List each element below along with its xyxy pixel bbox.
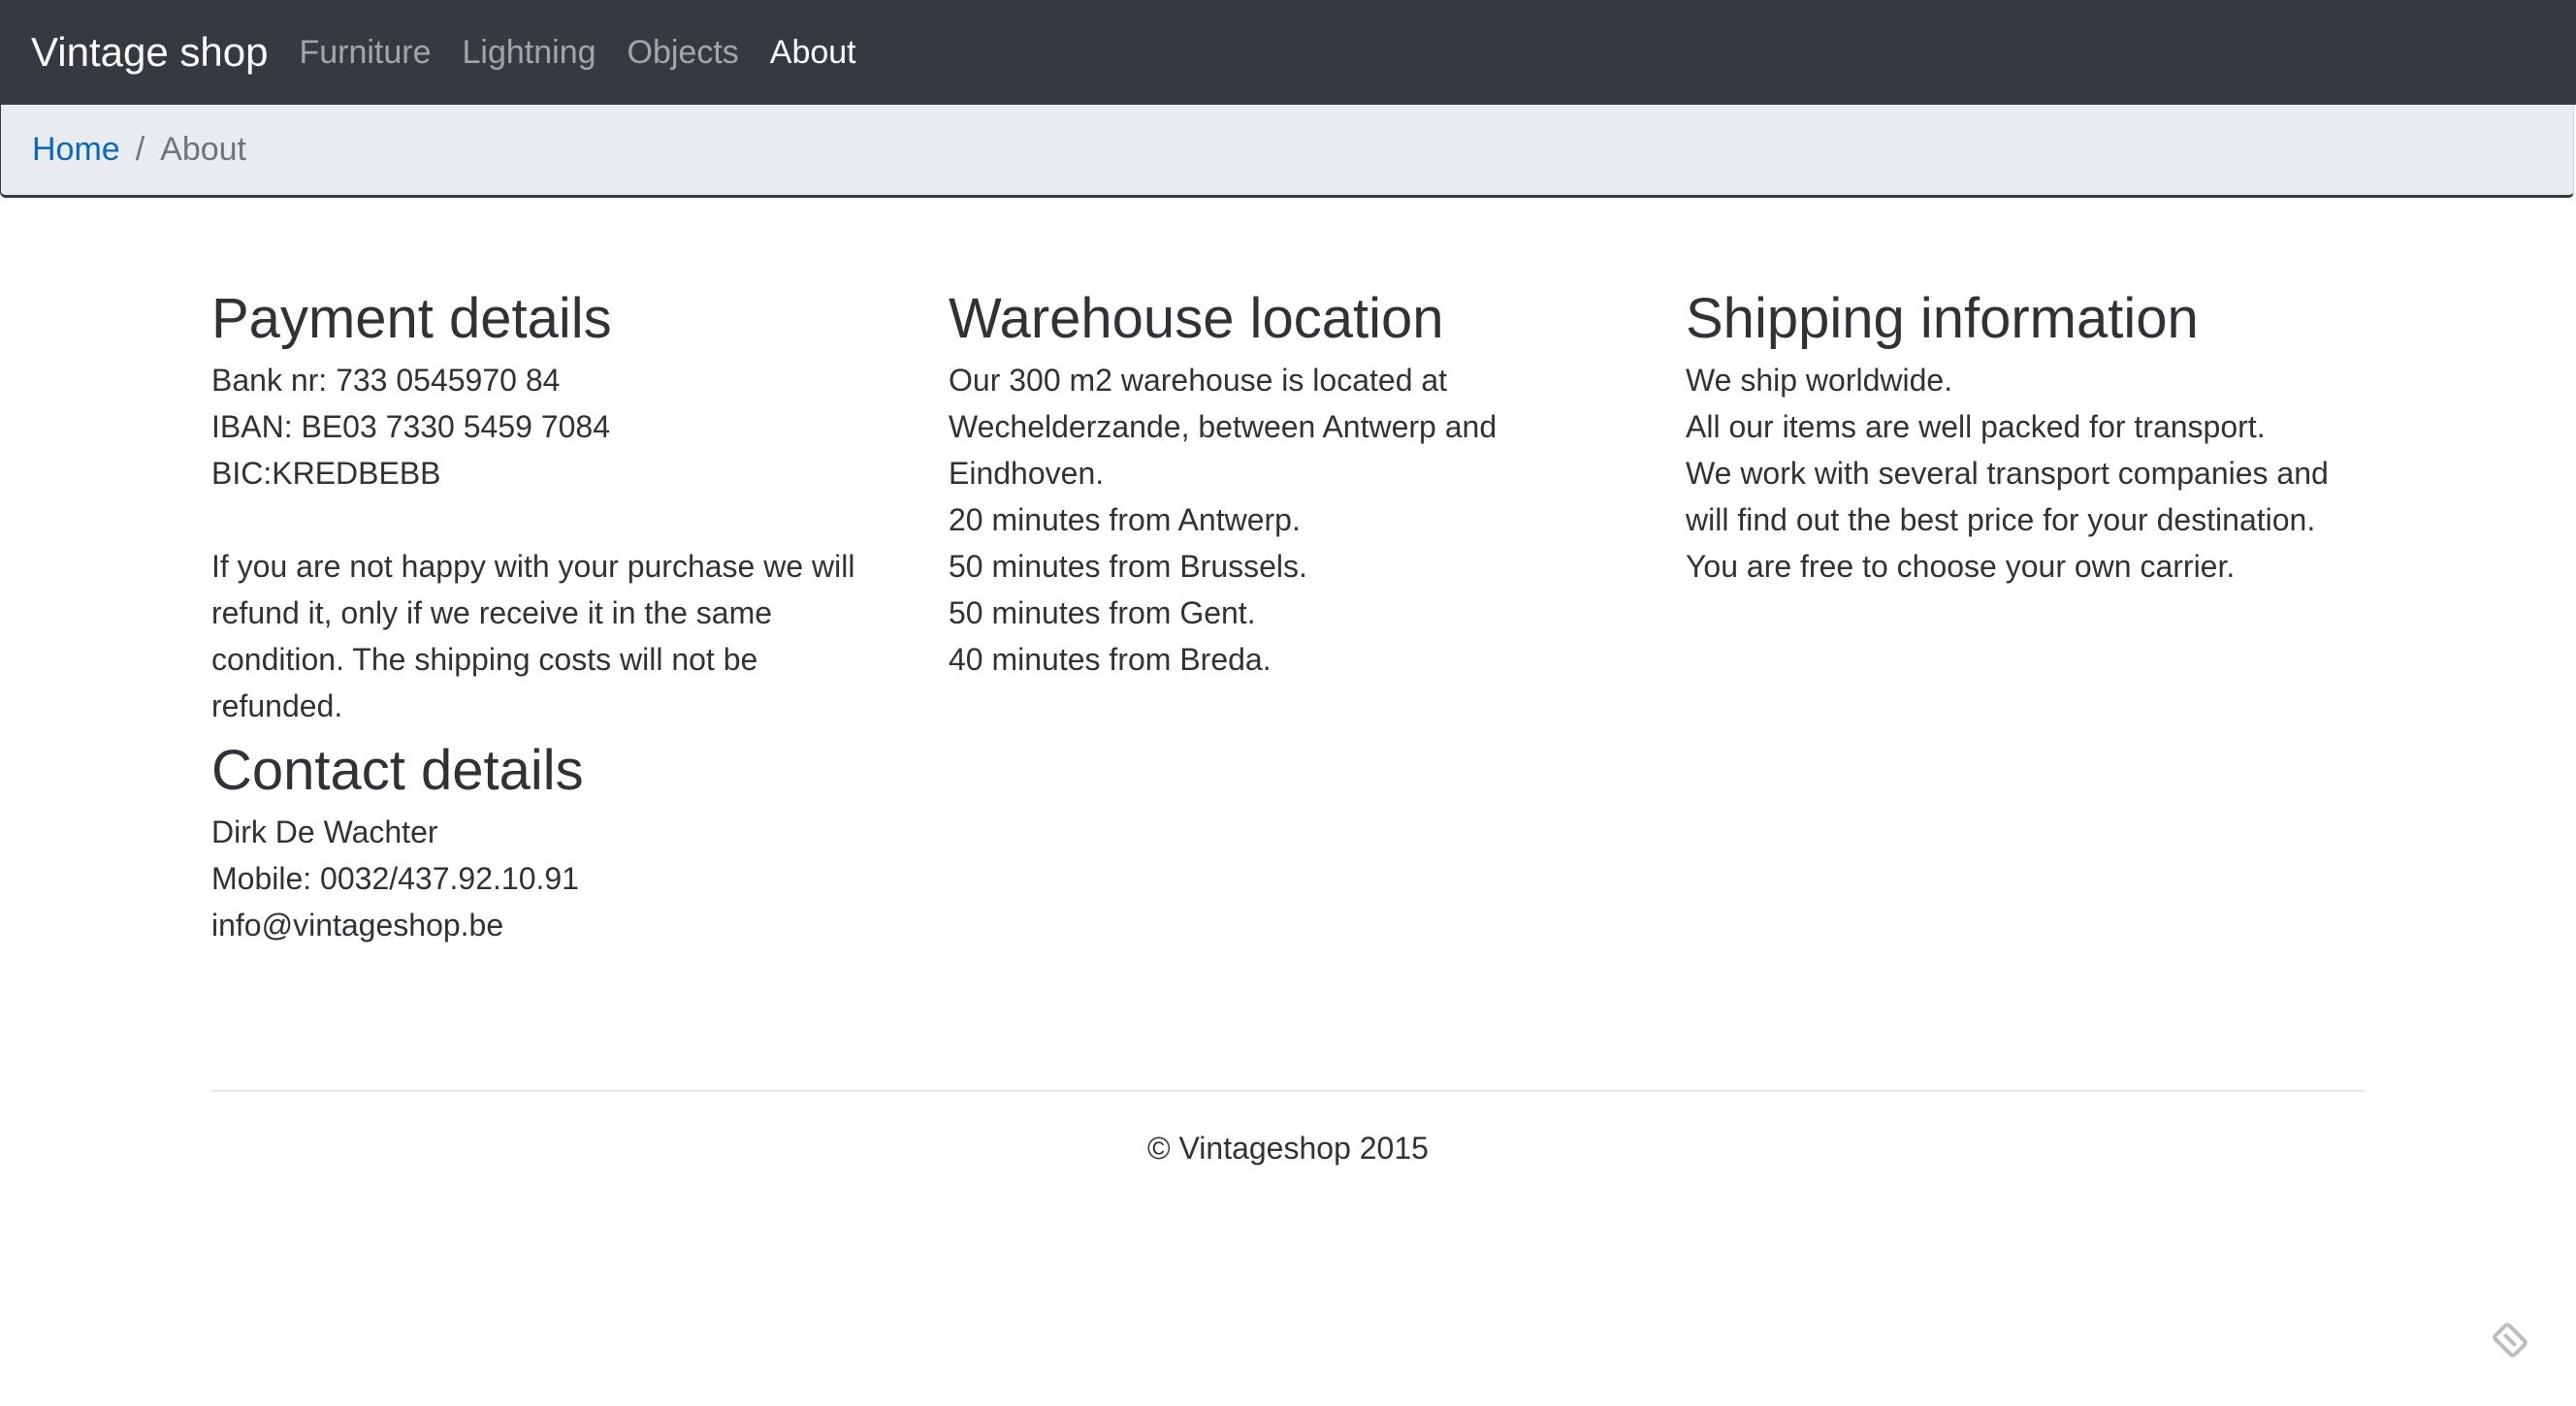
shipping-title: Shipping information xyxy=(1686,287,2199,350)
pen-edit-icon[interactable] xyxy=(2483,1313,2537,1367)
shipping-transport: We work with several transport companies… xyxy=(1686,456,2329,537)
distance-breda: 40 minutes from Breda. xyxy=(949,642,1272,677)
breadcrumb-separator: / xyxy=(135,131,145,168)
bank-number: Bank nr: 733 0545970 84 xyxy=(211,363,561,398)
nav-link-about[interactable]: About xyxy=(770,34,856,72)
distance-brussels: 50 minutes from Brussels. xyxy=(949,549,1307,584)
shipping-carrier-lines: You are free to choose your own carrier. xyxy=(1686,543,2365,590)
nav-link-objects[interactable]: Objects xyxy=(628,34,739,72)
iban: IBAN: BE03 7330 5459 7084 xyxy=(211,409,610,444)
contact-title: Contact details xyxy=(211,739,584,802)
distance-antwerp: 20 minutes from Antwerp. xyxy=(949,502,1301,537)
shipping-column: Shipping information We ship worldwide. … xyxy=(1686,281,2365,590)
contact-email: info@vintageshop.be xyxy=(211,908,504,943)
breadcrumb-home-link[interactable]: Home xyxy=(32,131,120,169)
shipping-worldwide: We ship worldwide. xyxy=(1686,363,1953,398)
bic: BIC:KREDBEBB xyxy=(211,456,441,491)
payment-bank-lines: Bank nr: 733 0545970 84 IBAN: BE03 7330 … xyxy=(211,357,890,496)
shipping-carrier: You are free to choose your own carrier. xyxy=(1686,549,2236,584)
warehouse-distances: 20 minutes from Antwerp. 50 minutes from… xyxy=(949,496,1627,683)
distance-gent: 50 minutes from Gent. xyxy=(949,595,1256,630)
warehouse-title: Warehouse location xyxy=(949,287,1444,350)
brand-logo[interactable]: Vintage shop xyxy=(31,29,268,76)
footer-divider xyxy=(211,1090,2365,1092)
top-navbar: Vintage shop Furniture Lightning Objects… xyxy=(0,0,2576,105)
payment-column: Payment details Bank nr: 733 0545970 84 … xyxy=(211,281,890,948)
refund-policy: If you are not happy with your purchase … xyxy=(211,549,855,723)
breadcrumb: Home / About xyxy=(0,105,2574,198)
nav-link-lightning[interactable]: Lightning xyxy=(463,34,596,72)
contact-lines: Dirk De Wachter Mobile: 0032/437.92.10.9… xyxy=(211,809,890,948)
shipping-lines: We ship worldwide. All our items are wel… xyxy=(1686,357,2365,450)
warehouse-column: Warehouse location Our 300 m2 warehouse … xyxy=(949,281,1627,683)
breadcrumb-current: About xyxy=(160,131,247,168)
footer: © Vintageshop 2015 xyxy=(0,1125,2576,1171)
payment-title: Payment details xyxy=(211,287,612,350)
contact-name: Dirk De Wachter xyxy=(211,815,438,849)
shipping-packing: All our items are well packed for transp… xyxy=(1686,409,2266,444)
contact-mobile: Mobile: 0032/437.92.10.91 xyxy=(211,861,579,896)
footer-copyright: © Vintageshop 2015 xyxy=(1147,1131,1429,1166)
nav-link-furniture[interactable]: Furniture xyxy=(299,34,431,72)
warehouse-intro: Our 300 m2 warehouse is located at Weche… xyxy=(949,363,1497,491)
